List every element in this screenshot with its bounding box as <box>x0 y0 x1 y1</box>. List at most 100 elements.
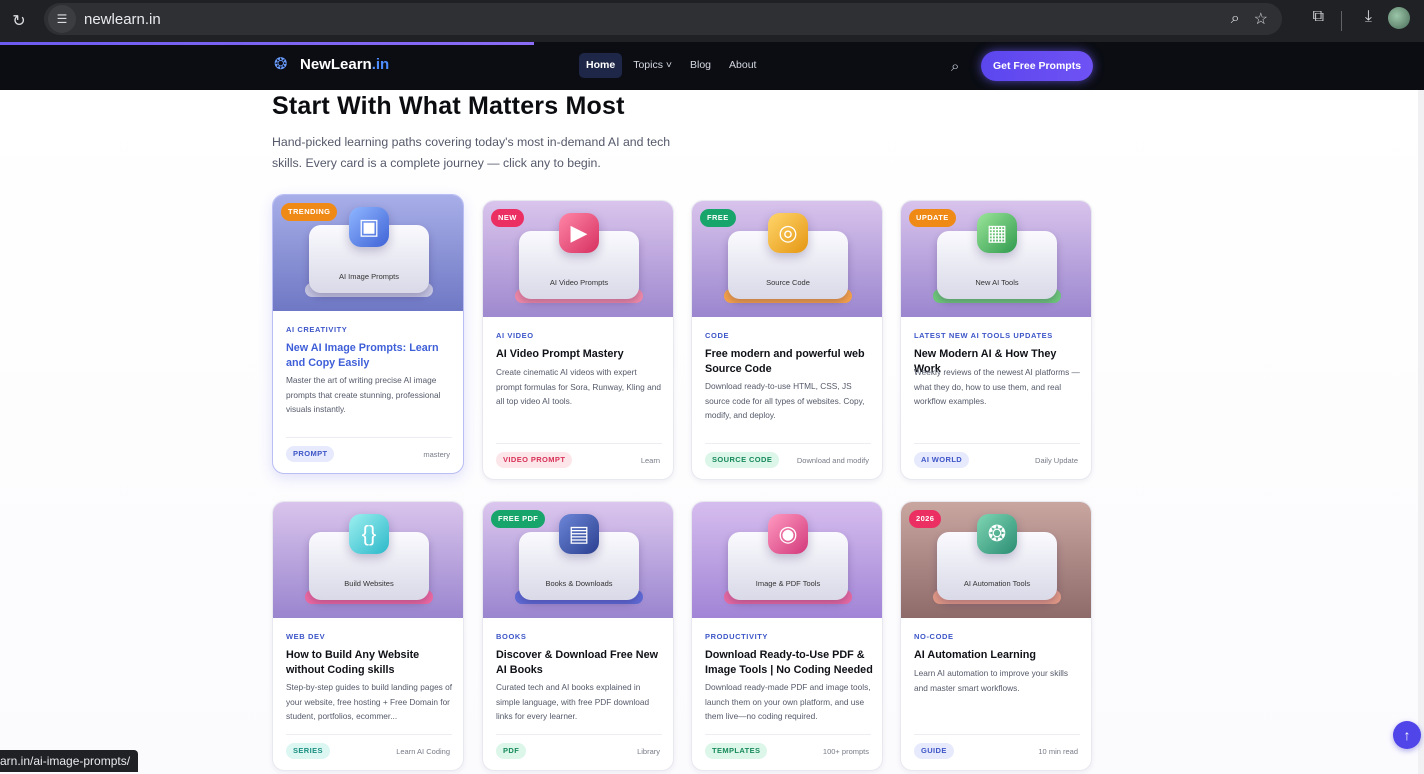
card-body: AI CREATIVITY New AI Image Prompts: Lear… <box>273 311 463 473</box>
card-description: Weekly reviews of the newest AI platform… <box>914 367 1080 406</box>
card-tag[interactable]: TEMPLATES <box>705 743 768 759</box>
card-thumbnail[interactable]: Books & Downloads ▤ FREE PDF <box>483 502 673 618</box>
card-title[interactable]: How to Build Any Website without Coding … <box>286 648 454 678</box>
card-tag[interactable]: AI WORLD <box>914 452 970 468</box>
brand-tld: .in <box>371 56 390 73</box>
card-description: Step-by-step guides to build landing pag… <box>286 682 453 721</box>
get-free-prompts-button[interactable]: Get Free Prompts <box>981 51 1093 81</box>
course-card[interactable]: Image & PDF Tools ◉ PRODUCTIVITY Downloa… <box>691 501 883 771</box>
card-body: WEB DEV How to Build Any Website without… <box>273 618 463 770</box>
site-settings-icon[interactable]: ☰ <box>48 5 76 33</box>
main-menu: Home Topics ˅ Blog About <box>579 53 763 78</box>
page-scrollbar[interactable] <box>1418 90 1424 774</box>
card-tag[interactable]: SOURCE CODE <box>705 452 780 468</box>
brand-name: NewLearn <box>300 56 372 73</box>
reload-icon[interactable]: ↻ <box>2 4 36 38</box>
card-meta: Download and modify <box>796 456 869 465</box>
card-thumbnail[interactable]: Build Websites {} <box>273 502 463 618</box>
card-tag[interactable]: GUIDE <box>914 743 954 759</box>
profile-avatar[interactable] <box>1388 7 1410 29</box>
card-title[interactable]: AI Video Prompt Mastery <box>496 347 664 362</box>
card-meta: Learn AI Coding <box>396 747 450 756</box>
nav-home[interactable]: Home <box>579 53 623 78</box>
card-body: NO-CODE AI Automation Learning Learn AI … <box>901 618 1091 770</box>
nav-about[interactable]: About <box>722 53 763 78</box>
card-thumbnail[interactable]: Image & PDF Tools ◉ <box>692 502 882 618</box>
logo-mark-icon: ❂ <box>274 56 288 73</box>
card-meta: Daily Update <box>1035 456 1078 465</box>
card-meta: Learn <box>640 456 660 465</box>
card-meta: 10 min read <box>1038 747 1078 756</box>
card-tag[interactable]: SERIES <box>286 743 330 759</box>
card-divider <box>286 734 452 735</box>
card-category: BOOKS <box>496 632 527 641</box>
zoom-icon[interactable]: ⌕ <box>1231 10 1240 28</box>
bookmark-star-icon[interactable]: ☆ <box>1254 9 1268 29</box>
nav-blog[interactable]: Blog <box>683 53 718 78</box>
card-tag[interactable]: VIDEO PROMPT <box>496 452 573 468</box>
coin-stack-icon: ◎ <box>768 213 808 253</box>
extensions-icon[interactable]: ⧉ <box>1313 8 1324 26</box>
card-badge: TRENDING <box>281 203 338 221</box>
card-thumbnail[interactable]: Source Code ◎ FREE <box>692 201 882 317</box>
card-category: WEB DEV <box>286 632 326 641</box>
card-description: Learn AI automation to improve your skil… <box>914 668 1069 693</box>
card-thumbnail[interactable]: AI Automation Tools ❂ 2026 <box>901 502 1091 618</box>
card-divider <box>496 734 662 735</box>
code-braces-icon: {} <box>349 514 389 554</box>
image-icon: ▣ <box>349 207 389 247</box>
course-card[interactable]: AI Image Prompts ▣ TRENDING AI CREATIVIT… <box>272 194 464 474</box>
course-card[interactable]: AI Video Prompts ▶ NEW AI VIDEO AI Video… <box>482 200 674 480</box>
card-description: Curated tech and AI books explained in s… <box>496 682 650 721</box>
card-category: AI CREATIVITY <box>286 325 348 334</box>
card-divider <box>705 443 871 444</box>
address-url[interactable]: newlearn.in <box>84 11 161 28</box>
course-card[interactable]: Build Websites {} WEB DEV How to Build A… <box>272 501 464 771</box>
brand-logo[interactable]: ❂ NewLearn.in <box>274 56 389 74</box>
address-bar[interactable]: ☰ newlearn.in ⌕ ☆ <box>44 3 1282 35</box>
card-title[interactable]: New AI Image Prompts: Learn and Copy Eas… <box>286 341 454 371</box>
reading-progress-bar <box>0 42 534 45</box>
toolbar-separator <box>1341 11 1342 31</box>
automation-chip-icon: ❂ <box>977 514 1017 554</box>
card-body: CODE Free modern and powerful web Source… <box>692 317 882 479</box>
chip-icon: ▦ <box>977 213 1017 253</box>
card-meta: 100+ prompts <box>822 747 869 756</box>
course-card[interactable]: AI Automation Tools ❂ 2026 NO-CODE AI Au… <box>900 501 1092 771</box>
card-category: LATEST NEW AI TOOLS UPDATES <box>914 331 1053 340</box>
card-title[interactable]: AI Automation Learning <box>914 648 1082 663</box>
card-tag[interactable]: PROMPT <box>286 446 335 462</box>
card-thumbnail[interactable]: AI Image Prompts ▣ TRENDING <box>273 195 463 311</box>
card-category: AI VIDEO <box>496 331 534 340</box>
card-tag[interactable]: PDF <box>496 743 527 759</box>
card-thumbnail[interactable]: New AI Tools ▦ UPDATE <box>901 201 1091 317</box>
card-title[interactable]: Download Ready-to-Use PDF & Image Tools … <box>705 648 873 678</box>
card-divider <box>705 734 871 735</box>
card-category: NO-CODE <box>914 632 954 641</box>
card-thumbnail[interactable]: AI Video Prompts ▶ NEW <box>483 201 673 317</box>
card-divider <box>914 734 1080 735</box>
back-to-top-button[interactable]: ↑ <box>1393 721 1421 749</box>
book-icon: ▤ <box>559 514 599 554</box>
download-icon[interactable]: ⤓ <box>1365 8 1372 26</box>
card-title[interactable]: Discover & Download Free New AI Books <box>496 648 664 678</box>
card-category: CODE <box>705 331 730 340</box>
section-title: Start With What Matters Most <box>272 92 625 120</box>
nav-topics[interactable]: Topics ˅ <box>626 53 679 78</box>
course-card[interactable]: Books & Downloads ▤ FREE PDF BOOKS Disco… <box>482 501 674 771</box>
card-badge: 2026 <box>909 510 942 528</box>
status-bar-url: arn.in/ai-image-prompts/ <box>0 750 139 772</box>
card-description: Download ready-to-use HTML, CSS, JS sour… <box>705 381 865 420</box>
course-card[interactable]: New AI Tools ▦ UPDATE LATEST NEW AI TOOL… <box>900 200 1092 480</box>
search-icon[interactable]: ⌕ <box>951 58 959 75</box>
video-camera-icon: ▶ <box>559 213 599 253</box>
card-body: LATEST NEW AI TOOLS UPDATES New Modern A… <box>901 317 1091 479</box>
main-content: Start With What Matters Most Hand-picked… <box>0 90 1424 774</box>
card-badge: FREE <box>700 209 736 227</box>
camera-icon: ◉ <box>768 514 808 554</box>
course-card[interactable]: Source Code ◎ FREE CODE Free modern and … <box>691 200 883 480</box>
card-title[interactable]: Free modern and powerful web Source Code <box>705 347 873 377</box>
site-header: ❂ NewLearn.in Home Topics ˅ Blog About ⌕… <box>0 42 1424 90</box>
card-divider <box>286 437 452 438</box>
card-badge: NEW <box>491 209 524 227</box>
